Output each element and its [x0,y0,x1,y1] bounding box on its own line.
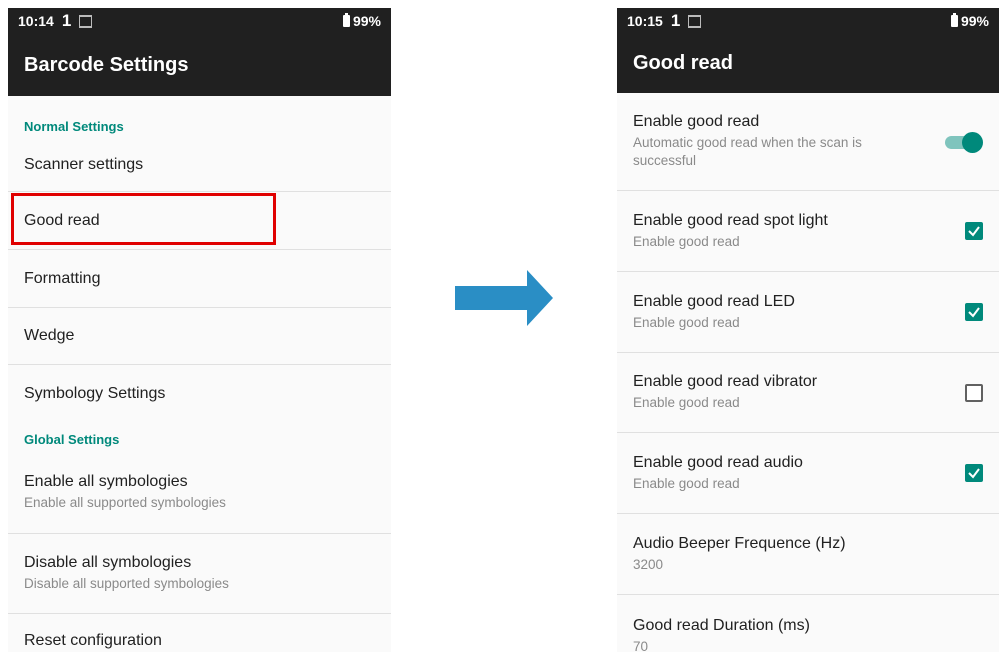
pref-led[interactable]: Enable good read LED Enable good read [617,272,999,353]
section-header-normal: Normal Settings [24,119,124,134]
pref-summary: 3200 [633,556,664,572]
status-time: 10:14 [18,13,54,29]
list-item-title: Enable all symbologies [24,472,188,490]
list-item-disable-all[interactable]: Disable all symbologies Disable all supp… [8,534,391,614]
pref-title: Enable good read LED [633,292,795,310]
pref-title: Enable good read vibrator [633,373,818,390]
pref-summary: Enable good read [633,475,740,491]
sim-indicator: 1 [670,11,681,30]
battery-icon [950,13,958,27]
pref-summary: 70 [633,639,649,652]
pref-good-read-duration[interactable]: Good read Duration (ms) 70 [617,595,999,652]
highlight-box [11,193,276,245]
pref-enable-good-read[interactable]: Enable good read Automatic good read whe… [617,93,999,191]
pref-summary: Enable good read [633,395,740,410]
arrow-right-icon [455,270,553,326]
list-item-good-read[interactable]: Good read [8,192,391,250]
status-bar: 10:15 1 99% [617,8,999,34]
pref-title: Audio Beeper Frequence (Hz) [633,534,846,552]
check-icon [968,307,980,318]
pref-summary: Enable good read [633,314,740,330]
barcode-settings-screen: 10:14 1 99% Barcode Settings Normal Sett… [8,8,391,652]
list-item-title: Symbology Settings [24,385,166,402]
list-item-title: Reset configuration [24,632,162,649]
page-title: Barcode Settings [24,53,189,76]
pref-summary: Automatic good read when the scan is suc… [633,135,862,168]
list-item-symbology-settings[interactable]: Symbology Settings [8,365,391,423]
list-item-summary: Disable all supported symbologies [24,576,229,591]
page-title: Good read [633,52,734,74]
pref-audio[interactable]: Enable good read audio Enable good read [617,433,999,514]
battery-level: 99% [352,13,381,29]
list-item-title: Wedge [24,327,75,344]
pref-title: Good read Duration (ms) [633,617,810,634]
list-item-title: Scanner settings [24,155,144,173]
list-item-formatting[interactable]: Formatting [8,250,391,308]
list-item-reset-configuration[interactable]: Reset configuration [8,614,391,652]
list-item-title: Disable all symbologies [24,554,192,571]
status-bar: 10:14 1 99% [8,8,391,34]
list-item-wedge[interactable]: Wedge [8,308,391,365]
list-item-enable-all[interactable]: Enable all symbologies Enable all suppor… [8,451,391,534]
section-header-global: Global Settings [24,432,120,447]
pref-spot-light[interactable]: Enable good read spot light Enable good … [617,191,999,272]
battery-icon [342,13,350,27]
pref-audio-beeper-frequence[interactable]: Audio Beeper Frequence (Hz) 3200 [617,514,999,595]
scanner-icon [79,15,93,28]
battery-level: 99% [960,13,989,29]
pref-summary: Enable good read [633,233,740,249]
sim-indicator: 1 [61,11,72,30]
check-icon [968,226,980,237]
list-item-summary: Enable all supported symbologies [24,494,226,510]
pref-vibrator[interactable]: Enable good read vibrator Enable good re… [617,353,999,433]
list-item-title: Formatting [24,269,101,287]
pref-title: Enable good read spot light [633,211,828,229]
pref-title: Enable good read audio [633,453,803,471]
app-bar: Barcode Settings [8,34,391,96]
list-item-scanner-settings[interactable]: Scanner settings [8,138,391,192]
pref-title: Enable good read [633,113,760,130]
status-time: 10:15 [627,13,663,29]
enable-good-read-toggle[interactable] [943,131,983,153]
scanner-icon [688,15,702,28]
vibrator-checkbox[interactable] [965,383,983,402]
good-read-screen: 10:15 1 99% Good read Enable good read A… [617,8,999,652]
spot-light-checkbox[interactable] [965,222,983,240]
app-bar: Good read [617,34,999,93]
audio-checkbox[interactable] [965,464,983,482]
led-checkbox[interactable] [965,303,983,321]
check-icon [968,468,980,479]
